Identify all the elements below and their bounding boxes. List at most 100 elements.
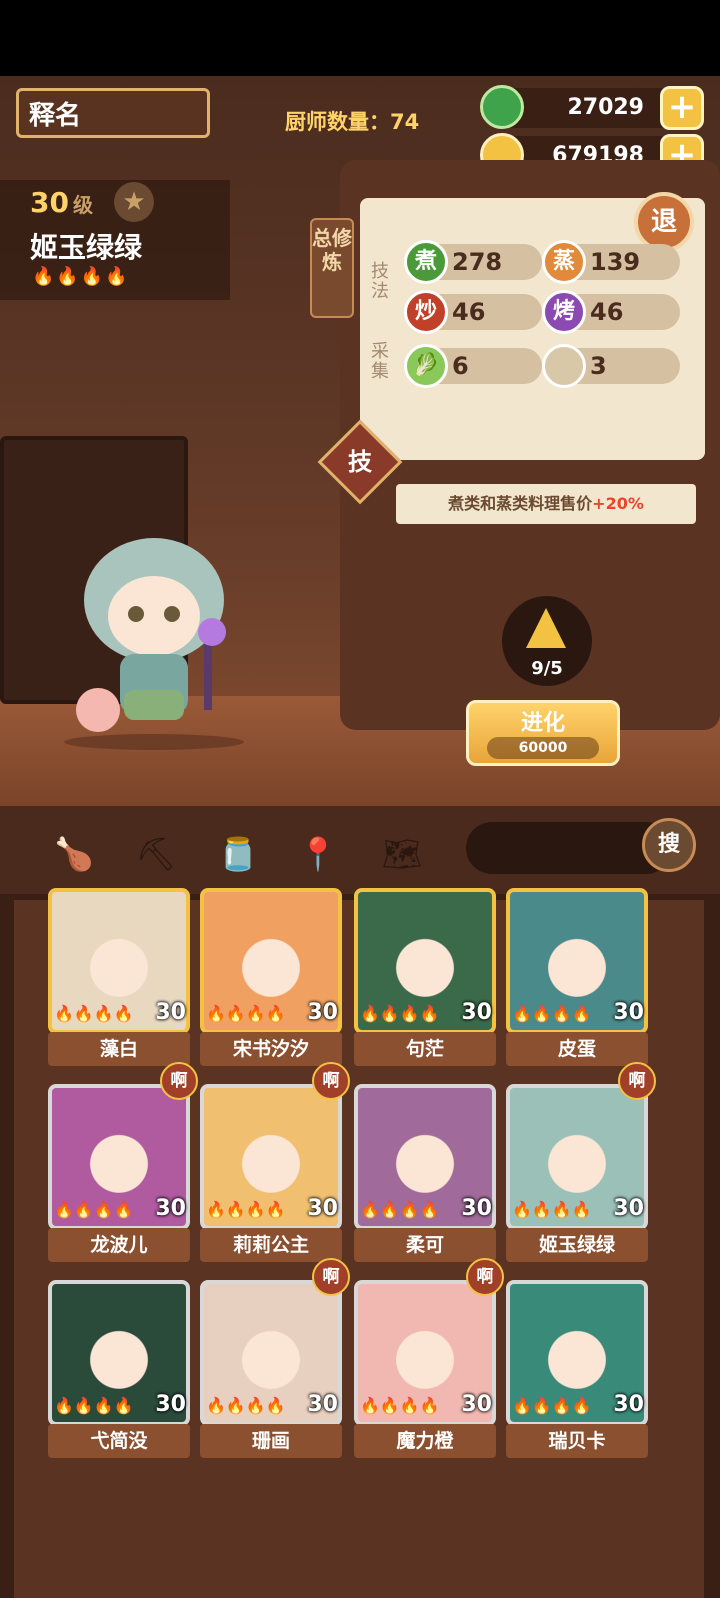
roster-card[interactable]: 🔥🔥🔥🔥 30 藻白 bbox=[48, 888, 190, 1066]
chef-count: 厨师数量：74 bbox=[285, 110, 420, 134]
retreat-button[interactable]: 退 bbox=[634, 192, 694, 252]
bonus-banner: 煮类和蒸类料理售价+20% bbox=[396, 484, 696, 524]
chef-card-level: 30 bbox=[461, 1000, 492, 1025]
currency-jade-value: 27029 bbox=[567, 95, 644, 120]
evolve-label: 进化 bbox=[520, 711, 565, 736]
chef-name: 姬玉绿绿 bbox=[30, 231, 143, 264]
flame-rating: 🔥🔥🔥🔥 bbox=[32, 266, 130, 287]
skill-roast: 烤 46 bbox=[542, 290, 680, 334]
chef-card-name: 莉莉公主 bbox=[200, 1228, 342, 1262]
flame-rating: 🔥🔥🔥🔥 bbox=[512, 1200, 592, 1219]
chef-card-level: 30 bbox=[307, 1000, 338, 1025]
roster-card[interactable]: 🔥🔥🔥🔥 30 弋简没 bbox=[48, 1280, 190, 1458]
skill-boil-icon: 煮 bbox=[404, 240, 448, 284]
search-input[interactable] bbox=[466, 822, 672, 874]
chef-card-name: 瑞贝卡 bbox=[506, 1424, 648, 1458]
chef-card-name: 姬玉绿绿 bbox=[506, 1228, 648, 1262]
skill-stirfry: 炒 46 bbox=[404, 290, 542, 334]
map-help-icon[interactable]: 🗺 bbox=[380, 832, 424, 876]
card-badge: 啊 bbox=[466, 1258, 504, 1296]
star-icon[interactable]: ★ bbox=[114, 182, 154, 222]
jar-filter-icon[interactable]: 🫙 bbox=[216, 832, 260, 876]
bonus-percent: +20% bbox=[592, 494, 644, 513]
skill-label: 技法 bbox=[371, 261, 389, 302]
flame-rating: 🔥🔥🔥🔥 bbox=[360, 1396, 440, 1415]
roster-card[interactable]: 🔥🔥🔥🔥 30 宋书汐汐 bbox=[200, 888, 342, 1066]
chef-level-unit: 级 bbox=[72, 193, 93, 217]
add-jade-button[interactable]: + bbox=[660, 86, 704, 130]
evolve-count: 9/5 bbox=[531, 658, 563, 679]
flame-rating: 🔥🔥🔥🔥 bbox=[206, 1004, 286, 1023]
roster-card[interactable]: 🔥🔥🔥🔥 30 姬玉绿绿 啊 bbox=[506, 1062, 656, 1262]
evolve-cost: 60000 bbox=[487, 737, 599, 759]
evolve-button[interactable]: 进化 60000 bbox=[466, 700, 620, 766]
gather-label: 采集 bbox=[371, 341, 389, 382]
chef-level: 30 级 bbox=[30, 186, 93, 219]
card-badge: 啊 bbox=[160, 1062, 198, 1100]
nickname-box[interactable]: 释名 bbox=[16, 88, 210, 138]
skill-roast-icon: 烤 bbox=[542, 290, 586, 334]
chef-card-level: 30 bbox=[461, 1196, 492, 1221]
skill-stirfry-value: 46 bbox=[452, 298, 486, 326]
gather-vegetable-value: 6 bbox=[452, 352, 469, 380]
card-badge: 啊 bbox=[312, 1062, 350, 1100]
flame-rating: 🔥🔥🔥🔥 bbox=[54, 1396, 134, 1415]
skill-boil: 煮 278 bbox=[404, 240, 542, 284]
roster-card[interactable]: 🔥🔥🔥🔥 30 魔力橙 啊 bbox=[354, 1258, 504, 1458]
flour-icon bbox=[542, 344, 586, 388]
cabbage-icon: 🥬 bbox=[404, 344, 448, 388]
location-filter-icon[interactable]: 📍 bbox=[296, 832, 340, 876]
currency-jade: 27029 + bbox=[480, 85, 704, 130]
flame-rating: 🔥🔥🔥🔥 bbox=[360, 1004, 440, 1023]
chef-card-name: 柔可 bbox=[354, 1228, 496, 1262]
chef-card-name: 皮蛋 bbox=[506, 1032, 648, 1066]
status-bar bbox=[0, 0, 720, 76]
tab-total-training[interactable]: 总修炼 bbox=[310, 218, 354, 318]
chef-character-portrait bbox=[64, 538, 244, 750]
chef-card-name: 龙波儿 bbox=[48, 1228, 190, 1262]
flame-rating: 🔥🔥🔥🔥 bbox=[512, 1004, 592, 1023]
roster-card[interactable]: 🔥🔥🔥🔥 30 柔可 bbox=[354, 1084, 496, 1262]
flame-rating: 🔥🔥🔥🔥 bbox=[360, 1200, 440, 1219]
flame-rating: 🔥🔥🔥🔥 bbox=[54, 1004, 134, 1023]
shovel-filter-icon[interactable]: ⛏ bbox=[134, 832, 178, 876]
search-button[interactable]: 搜 bbox=[642, 818, 696, 872]
card-badge: 啊 bbox=[312, 1258, 350, 1296]
chef-card-name: 藻白 bbox=[48, 1032, 190, 1066]
chef-card-level: 30 bbox=[155, 1196, 186, 1221]
chef-card-level: 30 bbox=[307, 1196, 338, 1221]
skill-steam-value: 139 bbox=[590, 248, 641, 276]
skill-button[interactable]: 技 bbox=[330, 432, 390, 492]
roster-card[interactable]: 🔥🔥🔥🔥 30 皮蛋 bbox=[506, 888, 648, 1066]
skill-steam: 蒸 139 bbox=[542, 240, 680, 284]
jade-icon bbox=[480, 85, 524, 129]
card-badge: 啊 bbox=[618, 1062, 656, 1100]
chef-card-name: 句茫 bbox=[354, 1032, 496, 1066]
chef-card-level: 30 bbox=[155, 1392, 186, 1417]
skill-roast-value: 46 bbox=[590, 298, 624, 326]
roster-card[interactable]: 🔥🔥🔥🔥 30 句茫 bbox=[354, 888, 496, 1066]
chef-card-level: 30 bbox=[307, 1392, 338, 1417]
chef-card-level: 30 bbox=[613, 1000, 644, 1025]
roster-card[interactable]: 🔥🔥🔥🔥 30 瑞贝卡 bbox=[506, 1280, 648, 1458]
gather-flour: 3 bbox=[542, 344, 680, 388]
chef-card-level: 30 bbox=[461, 1392, 492, 1417]
roster-card[interactable]: 🔥🔥🔥🔥 30 珊画 啊 bbox=[200, 1258, 350, 1458]
gather-vegetable: 🥬 6 bbox=[404, 344, 542, 388]
chef-card-name: 弋简没 bbox=[48, 1424, 190, 1458]
skill-steam-icon: 蒸 bbox=[542, 240, 586, 284]
chef-card-name: 魔力橙 bbox=[354, 1424, 496, 1458]
chef-level-value: 30 bbox=[30, 186, 69, 219]
bonus-text: 煮类和蒸类料理售价 bbox=[448, 494, 593, 513]
flame-rating: 🔥🔥🔥🔥 bbox=[54, 1200, 134, 1219]
chef-card-level: 30 bbox=[613, 1196, 644, 1221]
skill-stirfry-icon: 炒 bbox=[404, 290, 448, 334]
roster-card[interactable]: 🔥🔥🔥🔥 30 莉莉公主 啊 bbox=[200, 1062, 350, 1262]
chef-card-name: 宋书汐汐 bbox=[200, 1032, 342, 1066]
chef-card-level: 30 bbox=[155, 1000, 186, 1025]
chef-card-name: 珊画 bbox=[200, 1424, 342, 1458]
meat-filter-icon[interactable]: 🍗 bbox=[52, 832, 96, 876]
flame-rating: 🔥🔥🔥🔥 bbox=[206, 1200, 286, 1219]
chef-card-level: 30 bbox=[613, 1392, 644, 1417]
roster-card[interactable]: 🔥🔥🔥🔥 30 龙波儿 啊 bbox=[48, 1062, 198, 1262]
